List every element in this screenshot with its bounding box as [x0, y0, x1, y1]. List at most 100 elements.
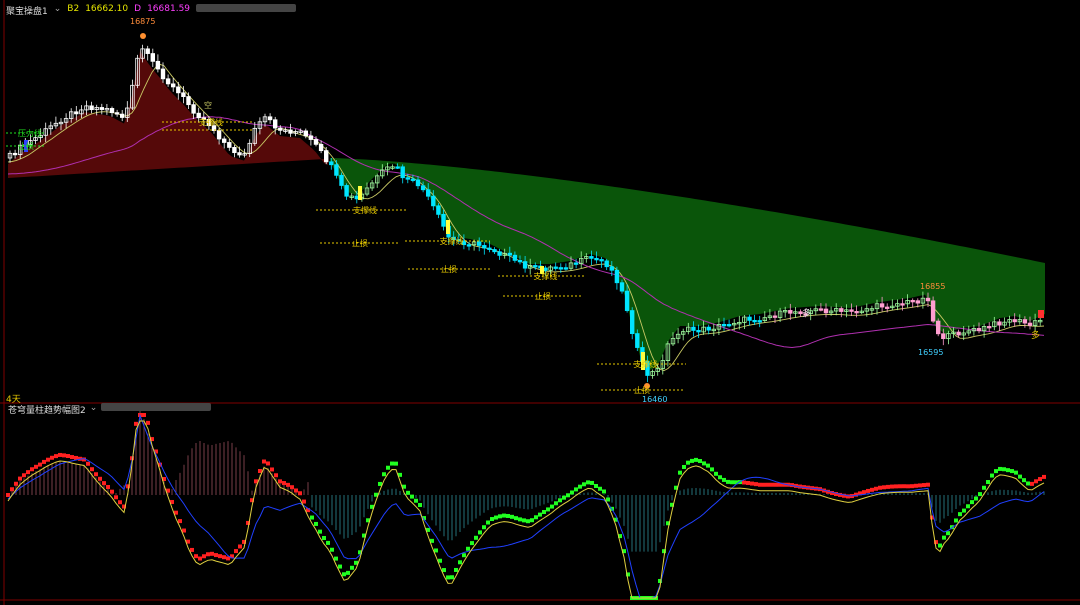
trend-dot [698, 459, 702, 464]
level-label: 止损 [535, 291, 551, 301]
trend-dot [134, 421, 138, 426]
candle-body [227, 142, 232, 148]
trend-dot [582, 482, 586, 487]
candle-body [165, 78, 171, 85]
trend-dot [34, 464, 38, 469]
trend-dot [286, 482, 290, 487]
trend-dot [38, 462, 42, 467]
candle-body [308, 135, 314, 140]
trend-dot [994, 469, 998, 474]
clouds [8, 51, 1045, 370]
candle-body [441, 213, 446, 227]
trend-dot [706, 463, 710, 468]
candle-body [599, 259, 604, 262]
trend-dot [722, 477, 726, 482]
trend-dot [510, 514, 514, 519]
candle-body [150, 53, 155, 62]
candle-body [99, 107, 104, 110]
candle-body [721, 323, 727, 327]
trend-dot [118, 500, 122, 505]
trend-dot [50, 455, 54, 460]
trend-dot [54, 454, 58, 459]
candle-body [12, 152, 18, 156]
trend-dot [966, 504, 970, 509]
trend-dot [178, 519, 182, 524]
trend-dot [714, 471, 718, 476]
candle-body [604, 260, 609, 268]
candle-body [313, 139, 319, 145]
trend-dot [910, 484, 914, 489]
trend-dot [334, 556, 338, 561]
trend-dot [330, 547, 334, 552]
trend-dot [1010, 469, 1014, 474]
trend-dot [970, 500, 974, 505]
candle-body [706, 326, 711, 331]
candle-body [512, 254, 518, 261]
window-title[interactable]: 聚宝操盘1 [6, 4, 48, 17]
candle-body [823, 308, 829, 314]
trend-dot [490, 517, 494, 522]
trend-dot [66, 454, 70, 459]
trend-dot [14, 481, 18, 486]
candle-body [635, 333, 640, 348]
candle-body [997, 321, 1002, 326]
trend-dot [506, 513, 510, 518]
trend-dot [338, 564, 342, 569]
candle-body [476, 241, 482, 246]
candle-body [466, 244, 472, 247]
trend-dot [298, 491, 302, 496]
candle-body [517, 259, 523, 263]
trend-dot [742, 480, 746, 485]
trend-dot [202, 554, 206, 559]
chevron-down-icon[interactable]: ⌄ [90, 403, 98, 416]
trend-dot [578, 484, 582, 489]
green-cloud [330, 158, 1045, 370]
trend-dot [694, 457, 698, 462]
trend-dot [390, 461, 394, 466]
level-label: 支撑线 [634, 359, 658, 369]
candle-body [879, 303, 885, 308]
trend-dot [1018, 474, 1022, 479]
candle-body [74, 111, 79, 115]
trend-dot [442, 568, 446, 573]
candle-body [849, 309, 854, 312]
trend-dot [406, 490, 410, 495]
candle-body [553, 266, 558, 269]
candle-body [487, 247, 492, 250]
indicator-title[interactable]: 苍穹量柱趋势幅图2 [8, 403, 86, 416]
trend-dot [554, 501, 558, 506]
candle-body [334, 164, 339, 176]
trend-dot [590, 480, 594, 485]
trend-dot [294, 488, 298, 493]
trend-dot [766, 482, 770, 487]
d-value: 16681.59 [147, 4, 191, 14]
trend-dot [686, 460, 690, 465]
trend-dot [562, 495, 566, 500]
trend-dot [42, 459, 46, 464]
candle-body [900, 303, 905, 306]
trend-dot [898, 484, 902, 489]
candle-body [232, 147, 237, 154]
trend-dot [918, 483, 922, 488]
trend-dot [890, 484, 894, 489]
trend-dot [382, 472, 386, 477]
chevron-down-icon[interactable]: ⌄ [54, 4, 62, 17]
candle-body [221, 138, 227, 143]
trend-dot [22, 473, 26, 478]
trend-dot [710, 467, 714, 472]
candle-body [788, 310, 793, 314]
trend-dot [98, 476, 102, 481]
trend-dot [462, 553, 466, 558]
trend-dot [926, 482, 930, 487]
trend-dot [770, 482, 774, 487]
candle-body [507, 252, 512, 256]
candle-body [89, 105, 94, 111]
candle-body [339, 174, 344, 186]
price-chart[interactable]: 止损压力线支撑线支撑线止损 支撑线止损支撑线止损支撑线止损 16875 16460… [0, 0, 1080, 605]
level-label: 止损 [18, 141, 34, 151]
candle-body [482, 245, 487, 249]
candle-body [425, 189, 431, 197]
level-label: 支撑线 [534, 271, 558, 281]
low-price-label: 16460 [642, 395, 667, 404]
trend-dot [278, 479, 282, 484]
